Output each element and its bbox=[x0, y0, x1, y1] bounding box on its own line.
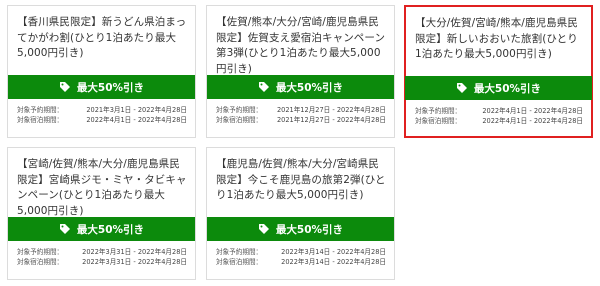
booking-period-value: 2022年3月31日 - 2022年4月28日 bbox=[82, 248, 187, 256]
campaign-periods: 対象予約期間： 2022年3月14日 - 2022年4月28日 対象宿泊期間： 20… bbox=[216, 247, 386, 267]
campaign-periods: 対象予約期間： 2021年3月1日 - 2022年4月28日 対象宿泊期間： 202… bbox=[17, 105, 187, 125]
stay-period-value: 2022年4月1日 - 2022年4月28日 bbox=[482, 117, 583, 125]
discount-banner: 最大50%引き bbox=[8, 75, 195, 99]
booking-period-label: 対象予約期間： bbox=[216, 248, 263, 256]
stay-period-label: 対象宿泊期間： bbox=[17, 258, 64, 266]
discount-label: 最大50%引き bbox=[275, 223, 344, 236]
campaign-card[interactable]: 【佐賀/熊本/大分/宮崎/鹿児島県民限定】佐賀支え愛宿泊キャンペーン第3弾(ひと… bbox=[206, 5, 395, 138]
booking-period-label: 対象予約期間： bbox=[216, 106, 263, 114]
campaign-title: 【大分/佐賀/宮崎/熊本/鹿児島県民限定】新しいおおいた旅割(ひとり1泊あたり最… bbox=[415, 17, 578, 60]
stay-period-label: 対象宿泊期間： bbox=[415, 117, 462, 125]
campaign-periods: 対象予約期間： 2021年12月27日 - 2022年4月28日 対象宿泊期間： 2… bbox=[216, 105, 386, 125]
booking-period-label: 対象予約期間： bbox=[17, 106, 64, 114]
stay-period-value: 2021年12月27日 - 2022年4月28日 bbox=[276, 116, 386, 124]
stay-period-value: 2022年3月14日 - 2022年4月28日 bbox=[281, 258, 386, 266]
stay-period-value: 2022年3月31日 - 2022年4月28日 bbox=[82, 258, 187, 266]
discount-label: 最大50%引き bbox=[473, 82, 542, 95]
discount-label: 最大50%引き bbox=[76, 223, 145, 236]
campaign-periods: 対象予約期間： 2022年4月1日 - 2022年4月28日 対象宿泊期間： 202… bbox=[415, 106, 583, 126]
discount-banner: 最大50%引き bbox=[207, 75, 394, 99]
booking-period-value: 2022年3月14日 - 2022年4月28日 bbox=[281, 248, 386, 256]
booking-period-value: 2022年4月1日 - 2022年4月28日 bbox=[482, 107, 583, 115]
discount-banner: 最大50%引き bbox=[207, 217, 394, 241]
tag-icon bbox=[258, 224, 269, 234]
stay-period-label: 対象宿泊期間： bbox=[216, 258, 263, 266]
discount-label: 最大50%引き bbox=[76, 81, 145, 94]
campaign-card[interactable]: 【宮崎/佐賀/熊本/大分/鹿児島県民限定】宮崎県ジモ・ミヤ・タビキャンペーン(ひ… bbox=[7, 147, 196, 280]
campaign-title: 【佐賀/熊本/大分/宮崎/鹿児島県民限定】佐賀支え愛宿泊キャンペーン第3弾(ひと… bbox=[216, 16, 386, 75]
tag-icon bbox=[59, 82, 70, 92]
campaign-card-selected[interactable]: 【大分/佐賀/宮崎/熊本/鹿児島県民限定】新しいおおいた旅割(ひとり1泊あたり最… bbox=[404, 5, 593, 138]
campaign-title: 【宮崎/佐賀/熊本/大分/鹿児島県民限定】宮崎県ジモ・ミヤ・タビキャンペーン(ひ… bbox=[17, 158, 187, 217]
stay-period-label: 対象宿泊期間： bbox=[17, 116, 64, 124]
campaign-title: 【鹿児島/佐賀/熊本/大分/宮崎県民限定】今こそ鹿児島の旅第2弾(ひとり1泊あた… bbox=[216, 158, 386, 201]
discount-banner: 最大50%引き bbox=[405, 76, 592, 100]
campaign-title: 【香川県民限定】新うどん県泊まってかがわ割(ひとり1泊あたり最大5,000円引き… bbox=[17, 16, 187, 59]
booking-period-label: 対象予約期間： bbox=[17, 248, 64, 256]
discount-label: 最大50%引き bbox=[275, 81, 344, 94]
discount-banner: 最大50%引き bbox=[8, 217, 195, 241]
booking-period-value: 2021年12月27日 - 2022年4月28日 bbox=[276, 106, 386, 114]
stay-period-value: 2022年4月1日 - 2022年4月28日 bbox=[86, 116, 187, 124]
tag-icon bbox=[59, 224, 70, 234]
stay-period-label: 対象宿泊期間： bbox=[216, 116, 263, 124]
campaign-card[interactable]: 【鹿児島/佐賀/熊本/大分/宮崎県民限定】今こそ鹿児島の旅第2弾(ひとり1泊あた… bbox=[206, 147, 395, 280]
booking-period-value: 2021年3月1日 - 2022年4月28日 bbox=[86, 106, 187, 114]
tag-icon bbox=[456, 83, 467, 93]
tag-icon bbox=[258, 82, 269, 92]
booking-period-label: 対象予約期間： bbox=[415, 107, 462, 115]
campaign-grid: 【香川県民限定】新うどん県泊まってかがわ割(ひとり1泊あたり最大5,000円引き… bbox=[0, 0, 600, 286]
campaign-card[interactable]: 【香川県民限定】新うどん県泊まってかがわ割(ひとり1泊あたり最大5,000円引き… bbox=[7, 5, 196, 138]
campaign-periods: 対象予約期間： 2022年3月31日 - 2022年4月28日 対象宿泊期間： 20… bbox=[17, 247, 187, 267]
